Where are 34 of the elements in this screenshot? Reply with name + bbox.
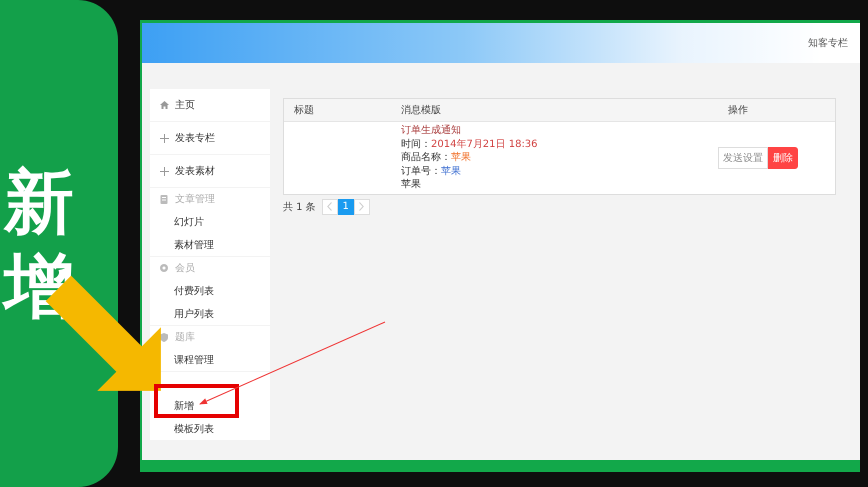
group-title: 题库: [175, 330, 195, 344]
sidebar-item[interactable]: 新增: [174, 398, 194, 412]
shield-icon: [160, 332, 168, 342]
template-line: 苹果: [401, 178, 422, 192]
sidebar-item[interactable]: 课程管理: [174, 352, 214, 366]
template-line: 时间：2014年7月21日 18:36: [401, 138, 539, 151]
previous-page-button[interactable]: [322, 198, 338, 214]
sidebar-item[interactable]: 主页: [150, 89, 270, 121]
sidebar-item[interactable]: 发表素材: [150, 155, 270, 187]
sidebar-item[interactable]: 用户列表: [174, 306, 214, 320]
site-name[interactable]: 知客专栏: [808, 36, 848, 50]
sidebar-item[interactable]: 发表专栏: [150, 122, 270, 154]
plus-icon: [160, 134, 169, 142]
sidebar-item[interactable]: 素材管理: [174, 238, 214, 252]
circle-icon: [160, 264, 168, 272]
template-line: 商品名称：苹果: [401, 151, 472, 164]
send-settings-button[interactable]: 发送设置: [718, 146, 768, 169]
plus-icon: [160, 166, 169, 176]
column-header: 消息模版: [400, 104, 442, 117]
template-line: 订单生成通知: [401, 124, 462, 138]
total-count: 共 1 条: [283, 200, 316, 214]
sidebar-item[interactable]: 模板列表: [174, 422, 214, 436]
home-icon: [160, 101, 169, 109]
next-page-button[interactable]: [354, 198, 370, 214]
group-title: 文章管理: [175, 192, 215, 206]
group-title: 会员: [175, 262, 195, 275]
document-icon: [160, 194, 168, 204]
sidebar-item[interactable]: 付费列表: [174, 284, 214, 298]
chevron-right-icon: [359, 202, 364, 211]
template-line: 订单号：苹果: [401, 164, 462, 178]
column-header: 标题: [293, 104, 315, 117]
chevron-left-icon: [327, 202, 332, 211]
column-header: 操作: [727, 104, 749, 117]
sidebar-item[interactable]: 幻灯片: [174, 214, 204, 228]
